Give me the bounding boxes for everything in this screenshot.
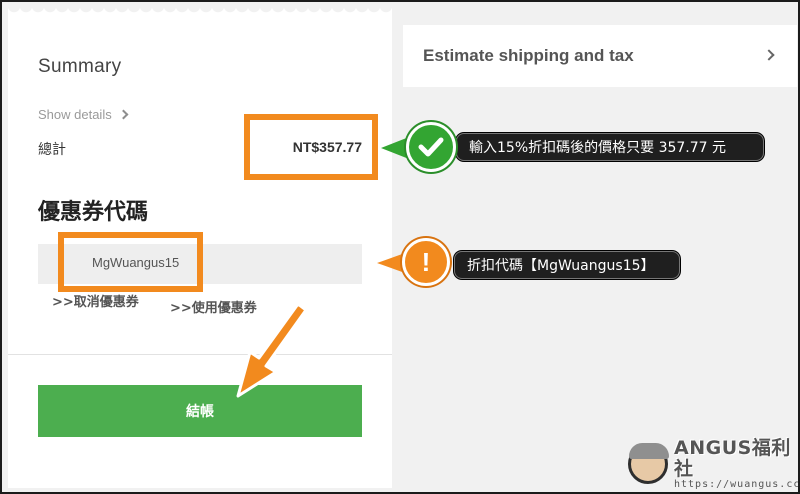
chevron-right-icon xyxy=(118,109,129,120)
price-annotation-callout: 輸入15%折扣碼後的價格只要 357.77 元 xyxy=(456,133,764,161)
code-annotation-text: 折扣代碼【MgWuangus15】 xyxy=(467,258,655,274)
card-scallop-edge xyxy=(8,6,392,18)
price-annotation-text: 輸入15%折扣碼後的價格只要 357.77 元 xyxy=(469,140,727,156)
coupon-code-highlight[interactable]: MgWuangus15 xyxy=(58,232,203,292)
total-value-highlight: NT$357.77 xyxy=(244,114,378,180)
estimate-shipping-label: Estimate shipping and tax xyxy=(423,46,634,65)
show-details-link[interactable]: Show details xyxy=(38,107,129,122)
chevron-right-icon xyxy=(763,49,775,61)
coupon-code-value: MgWuangus15 xyxy=(92,254,180,270)
check-icon xyxy=(406,122,456,172)
callout-pointer xyxy=(381,137,409,159)
cancel-coupon-link[interactable]: >>取消優惠券 xyxy=(52,291,139,310)
divider xyxy=(8,354,392,355)
avatar-icon xyxy=(628,443,669,484)
total-label: 總計 xyxy=(38,142,66,158)
watermark-url: https://wuangus.cc xyxy=(674,479,800,491)
exclamation-icon: ! xyxy=(402,238,450,286)
estimate-shipping-panel[interactable]: Estimate shipping and tax xyxy=(403,25,797,87)
watermark-brand: ANGUS福利社 xyxy=(674,436,791,480)
code-annotation-callout: 折扣代碼【MgWuangus15】 xyxy=(454,251,680,279)
callout-pointer xyxy=(377,253,405,273)
summary-title: Summary xyxy=(38,56,122,77)
coupon-heading: 優惠券代碼 xyxy=(38,200,149,225)
show-details-label: Show details xyxy=(38,107,112,122)
total-value: NT$357.77 xyxy=(292,139,362,155)
arrow-icon xyxy=(236,306,308,398)
watermark: ANGUS福利社 https://wuangus.cc xyxy=(628,437,799,490)
